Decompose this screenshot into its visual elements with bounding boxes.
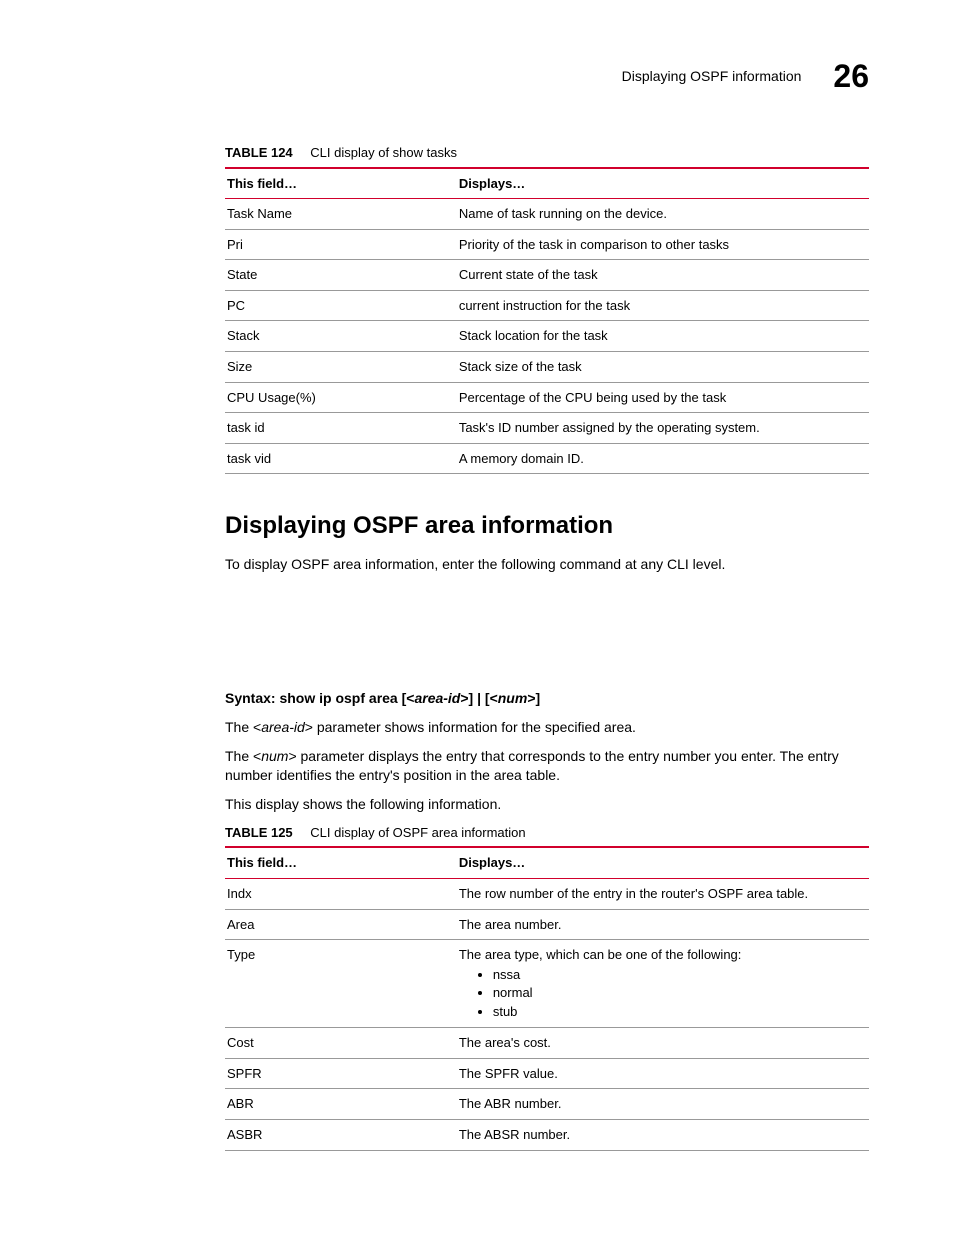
table-124-title: CLI display of show tasks xyxy=(310,145,457,160)
cell-field: ABR xyxy=(225,1089,457,1120)
syntax-bracket: >] xyxy=(527,690,540,706)
cell-field: State xyxy=(225,260,457,291)
cell-field: Stack xyxy=(225,321,457,352)
paragraph-area-id: The <area-id> parameter shows informatio… xyxy=(225,718,869,737)
cell-disp: Priority of the task in comparison to ot… xyxy=(457,229,869,260)
text: > parameter displays the entry that corr… xyxy=(225,748,839,783)
cell-field: Cost xyxy=(225,1028,457,1059)
page-header: Displaying OSPF information 26 xyxy=(225,55,869,98)
syntax-bracket: >] | [< xyxy=(460,690,497,706)
table-124-head-field: This field… xyxy=(225,168,457,199)
table-125-caption: TABLE 125 CLI display of OSPF area infor… xyxy=(225,824,869,842)
paragraph-display-info: This display shows the following informa… xyxy=(225,795,869,814)
table-row: SizeStack size of the task xyxy=(225,352,869,383)
cell-disp: current instruction for the task xyxy=(457,290,869,321)
syntax-arg-area-id: area-id xyxy=(414,690,460,706)
text: The < xyxy=(225,748,261,764)
cell-disp: Task's ID number assigned by the operati… xyxy=(457,413,869,444)
cell-field: ASBR xyxy=(225,1119,457,1150)
table-row: IndxThe row number of the entry in the r… xyxy=(225,879,869,910)
arg-area-id: area-id xyxy=(261,719,305,735)
chapter-number: 26 xyxy=(833,55,869,98)
paragraph-num: The <num> parameter displays the entry t… xyxy=(225,747,869,785)
table-125-head-disp: Displays… xyxy=(457,847,869,878)
cell-disp: The SPFR value. xyxy=(457,1058,869,1089)
table-125: This field… Displays… IndxThe row number… xyxy=(225,846,869,1150)
cell-field: CPU Usage(%) xyxy=(225,382,457,413)
type-bullet-list: nssa normal stub xyxy=(459,966,867,1021)
type-intro: The area type, which can be one of the f… xyxy=(459,947,742,962)
table-124-caption: TABLE 124 CLI display of show tasks xyxy=(225,144,869,162)
table-row: Type The area type, which can be one of … xyxy=(225,940,869,1028)
cell-disp: Stack size of the task xyxy=(457,352,869,383)
cell-field: Area xyxy=(225,909,457,940)
cell-field: Pri xyxy=(225,229,457,260)
cell-disp: The ABR number. xyxy=(457,1089,869,1120)
cell-field: task id xyxy=(225,413,457,444)
arg-num: num xyxy=(261,748,288,764)
cell-field: Type xyxy=(225,940,457,1028)
text: The < xyxy=(225,719,261,735)
text: > parameter shows information for the sp… xyxy=(305,719,636,735)
table-125-label: TABLE 125 xyxy=(225,825,293,840)
syntax-bracket: [< xyxy=(398,690,415,706)
cell-disp: Stack location for the task xyxy=(457,321,869,352)
syntax-label: Syntax: xyxy=(225,690,276,706)
table-row: task vidA memory domain ID. xyxy=(225,443,869,474)
table-row: task idTask's ID number assigned by the … xyxy=(225,413,869,444)
cell-disp: A memory domain ID. xyxy=(457,443,869,474)
cell-disp: The ABSR number. xyxy=(457,1119,869,1150)
section-intro: To display OSPF area information, enter … xyxy=(225,555,869,574)
table-row: AreaThe area number. xyxy=(225,909,869,940)
cell-field: PC xyxy=(225,290,457,321)
cell-field: Indx xyxy=(225,879,457,910)
cell-disp: Name of task running on the device. xyxy=(457,199,869,230)
table-row: PCcurrent instruction for the task xyxy=(225,290,869,321)
cell-disp: Current state of the task xyxy=(457,260,869,291)
table-124-head-disp: Displays… xyxy=(457,168,869,199)
list-item: stub xyxy=(493,1003,867,1021)
cell-field: Task Name xyxy=(225,199,457,230)
cell-field: task vid xyxy=(225,443,457,474)
table-row: ABRThe ABR number. xyxy=(225,1089,869,1120)
list-item: normal xyxy=(493,984,867,1002)
table-125-head-field: This field… xyxy=(225,847,457,878)
page: Displaying OSPF information 26 TABLE 124… xyxy=(0,0,954,1211)
cell-field: Size xyxy=(225,352,457,383)
cell-disp: The area number. xyxy=(457,909,869,940)
table-row: PriPriority of the task in comparison to… xyxy=(225,229,869,260)
table-125-title: CLI display of OSPF area information xyxy=(310,825,525,840)
syntax-line: Syntax: show ip ospf area [<area-id>] | … xyxy=(225,689,869,708)
table-row: CostThe area's cost. xyxy=(225,1028,869,1059)
syntax-cmd: show ip ospf area xyxy=(279,690,397,706)
cell-field: SPFR xyxy=(225,1058,457,1089)
table-row: StateCurrent state of the task xyxy=(225,260,869,291)
header-section-label: Displaying OSPF information xyxy=(622,67,802,86)
cell-disp: The area's cost. xyxy=(457,1028,869,1059)
table-row: StackStack location for the task xyxy=(225,321,869,352)
cell-disp: Percentage of the CPU being used by the … xyxy=(457,382,869,413)
list-item: nssa xyxy=(493,966,867,984)
table-124-label: TABLE 124 xyxy=(225,145,293,160)
syntax-arg-num: num xyxy=(498,690,528,706)
table-row: SPFRThe SPFR value. xyxy=(225,1058,869,1089)
cell-disp: The row number of the entry in the route… xyxy=(457,879,869,910)
blank-space xyxy=(225,583,869,679)
table-row: CPU Usage(%)Percentage of the CPU being … xyxy=(225,382,869,413)
table-row: Task NameName of task running on the dev… xyxy=(225,199,869,230)
cell-disp: The area type, which can be one of the f… xyxy=(457,940,869,1028)
table-124: This field… Displays… Task NameName of t… xyxy=(225,167,869,474)
section-heading: Displaying OSPF area information xyxy=(225,510,869,542)
table-row: ASBRThe ABSR number. xyxy=(225,1119,869,1150)
